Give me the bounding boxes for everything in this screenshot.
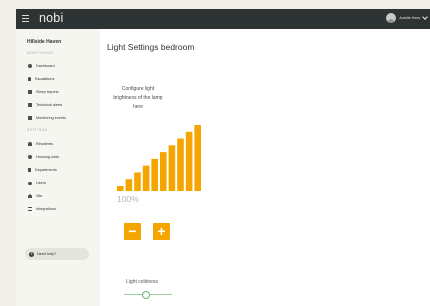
menu-icon[interactable] [22, 15, 29, 22]
sidebar-item-site[interactable]: Site [28, 193, 43, 199]
brightness-bar[interactable] [194, 125, 201, 191]
escalations-icon [28, 77, 31, 81]
sidebar-item-technical-alerts[interactable]: Technical alerts [28, 102, 62, 108]
housing-units-icon [28, 155, 32, 159]
brightness-bar[interactable] [125, 179, 133, 191]
sidebar-item-label: Sleep reports [36, 90, 59, 94]
brightness-bar[interactable] [160, 152, 167, 191]
section-title-settings: SETTINGS [27, 128, 48, 132]
brightness-level-bars[interactable] [117, 125, 201, 191]
instruction-text: Configure light brightness of the lamp h… [113, 86, 163, 110]
sidebar: Hillside Haven MONITORING Dashboard Esca… [16, 29, 100, 306]
brightness-bar[interactable] [177, 138, 184, 191]
user-name: Aurelie Hens [399, 16, 420, 20]
departments-icon [28, 168, 31, 172]
chevron-down-icon [422, 14, 428, 20]
users-icon [28, 181, 32, 185]
sidebar-item-monitoring-events[interactable]: Monitoring events [28, 115, 66, 121]
technical-alerts-icon [28, 103, 32, 107]
sleep-reports-icon [28, 90, 32, 94]
logo: nobi [39, 11, 64, 25]
sidebar-item-label: Departments [35, 168, 57, 172]
brightness-bar[interactable] [134, 172, 141, 191]
residents-icon [28, 142, 32, 146]
sidebar-item-escalations[interactable]: Escalations [28, 76, 54, 82]
section-title-monitoring: MONITORING [27, 51, 54, 55]
need-help-label: Need help? [37, 252, 57, 256]
sidebar-item-label: Escalations [35, 77, 55, 81]
brightness-bar[interactable] [168, 145, 176, 191]
sidebar-item-departments[interactable]: Departments [28, 167, 57, 173]
brightness-bar[interactable] [185, 131, 193, 191]
integrations-icon [28, 207, 32, 211]
org-name: Hillside Haven [27, 39, 62, 45]
decrease-brightness-button[interactable]: − [124, 223, 141, 240]
sidebar-item-residents[interactable]: Residents [28, 141, 53, 147]
brightness-bar[interactable] [117, 186, 124, 191]
sidebar-item-label: Dashboard [36, 64, 55, 68]
help-icon: ? [29, 251, 34, 257]
monitoring-events-icon [28, 116, 32, 120]
sidebar-item-users[interactable]: Users [28, 180, 46, 186]
sidebar-item-dashboard[interactable]: Dashboard [28, 63, 55, 69]
sidebar-item-integrations[interactable]: Integrations [28, 206, 56, 212]
light-coldness-label: Light coldness [126, 279, 158, 285]
sidebar-item-label: Technical alerts [36, 103, 63, 107]
increase-brightness-button[interactable]: + [153, 223, 170, 240]
sidebar-item-label: Users [36, 181, 46, 185]
sidebar-item-label: Integrations [36, 207, 56, 211]
sidebar-item-label: Monitoring events [36, 116, 66, 120]
sidebar-item-housing-units[interactable]: Housing units [28, 154, 59, 160]
app-window: nobi Aurelie Hens Hillside Haven MONITOR… [16, 9, 430, 306]
need-help-button[interactable]: ? Need help? [25, 248, 89, 260]
light-coldness-slider[interactable] [124, 291, 172, 299]
sidebar-item-label: Site [36, 194, 43, 198]
brightness-bar[interactable] [142, 165, 150, 191]
sidebar-item-label: Residents [36, 142, 53, 146]
avatar [386, 13, 397, 23]
sidebar-item-label: Housing units [36, 155, 60, 159]
sidebar-item-sleep-reports[interactable]: Sleep reports [28, 89, 59, 95]
page-title: Light Settings bedroom [107, 42, 195, 52]
user-menu[interactable]: Aurelie Hens [386, 13, 428, 23]
brightness-percentage: 100% [117, 194, 139, 204]
slider-thumb[interactable] [141, 291, 150, 299]
dashboard-icon [28, 64, 32, 68]
brightness-bar[interactable] [151, 158, 158, 191]
site-icon [28, 194, 32, 198]
top-bar: nobi Aurelie Hens [16, 9, 430, 29]
